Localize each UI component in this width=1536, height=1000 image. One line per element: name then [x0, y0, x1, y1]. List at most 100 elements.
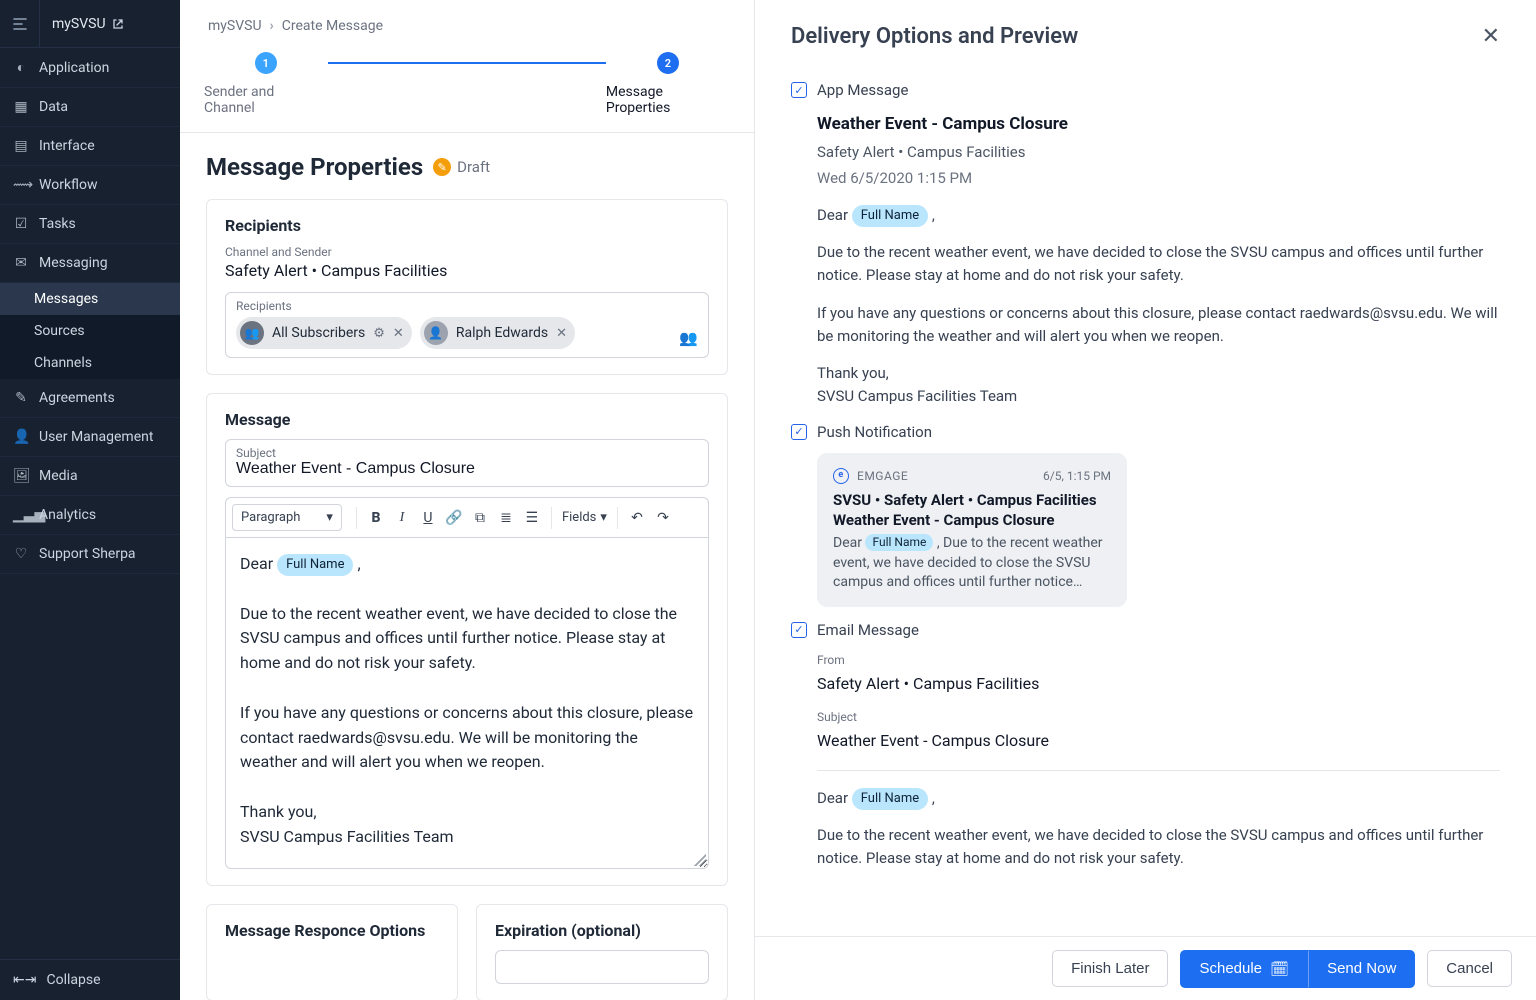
- sidebar-header: mySVSU: [0, 0, 180, 48]
- step-2-circle: 2: [657, 52, 679, 74]
- paragraph-select-label: Paragraph: [241, 510, 300, 525]
- image-icon: 🖼: [13, 468, 29, 484]
- sidebar-item-label: Application: [39, 60, 109, 76]
- preview-text: If you have any questions or concerns ab…: [817, 302, 1500, 349]
- bold-button[interactable]: B: [363, 505, 389, 531]
- sidebar-item-messaging[interactable]: ✉Messaging: [0, 244, 180, 283]
- chevron-down-icon: ▾: [326, 510, 333, 525]
- sidebar: mySVSU ◐Application ▦Data ▤Interface ⟿Wo…: [0, 0, 180, 1000]
- check-icon: ☑: [13, 216, 29, 232]
- step-1-label: Sender and Channel: [204, 84, 328, 116]
- finish-later-button[interactable]: Finish Later: [1052, 950, 1168, 987]
- editor-toolbar: Paragraph ▾ B I U 🔗 ⧉: [225, 497, 709, 537]
- message-editor[interactable]: Dear Full Name , Due to the recent weath…: [225, 537, 709, 869]
- expiration-select[interactable]: [495, 950, 709, 984]
- sidebar-item-workflow[interactable]: ⟿Workflow: [0, 166, 180, 205]
- sidebar-item-label: Analytics: [39, 507, 96, 523]
- cancel-button[interactable]: Cancel: [1427, 950, 1512, 987]
- editor-text: SVSU Campus Facilities Team: [240, 827, 454, 846]
- sidebar-item-media[interactable]: 🖼Media: [0, 457, 180, 496]
- push-card: e EMGAGE 6/5, 1:15 PM SVSU • Safety Aler…: [817, 453, 1127, 607]
- italic-button[interactable]: I: [389, 505, 415, 531]
- step-2[interactable]: 2 Message Properties: [606, 52, 730, 116]
- sidebar-sub-channels[interactable]: Channels: [0, 347, 180, 379]
- chevron-right-icon: ›: [270, 18, 274, 34]
- chip-ralph-edwards: 👤 Ralph Edwards ✕: [420, 317, 575, 349]
- subject-field[interactable]: Subject: [225, 439, 709, 487]
- collapse-button[interactable]: ⇤⇥ Collapse: [0, 960, 180, 1000]
- sidebar-footer: ⇤⇥ Collapse: [0, 959, 180, 1000]
- option-label: Email Message: [817, 621, 919, 639]
- checkbox-email[interactable]: ✓: [791, 622, 807, 638]
- preview-text: Due to the recent weather event, we have…: [817, 241, 1500, 288]
- sidebar-item-application[interactable]: ◐Application: [0, 48, 180, 88]
- channel-sender-value: Safety Alert • Campus Facilities: [225, 261, 709, 280]
- redo-button[interactable]: ↷: [650, 505, 676, 531]
- user-icon: 👤: [13, 429, 29, 445]
- sidebar-subnav-messaging: Messages Sources Channels: [0, 283, 180, 379]
- close-button[interactable]: ✕: [1482, 24, 1500, 49]
- preview-title: Weather Event - Campus Closure: [817, 111, 1500, 137]
- send-now-button[interactable]: Send Now: [1308, 950, 1415, 988]
- recipients-input[interactable]: Recipients 👥 All Subscribers ⚙ ✕ 👤 Ralph…: [225, 292, 709, 358]
- channel-sender-label: Channel and Sender: [225, 245, 709, 259]
- sidebar-item-data[interactable]: ▦Data: [0, 88, 180, 127]
- message-card: Message Subject Paragraph ▾ B I: [206, 393, 728, 886]
- fields-dropdown[interactable]: Fields ▾: [558, 510, 611, 525]
- calendar-icon: 🗓: [1270, 960, 1289, 978]
- schedule-button[interactable]: Schedule 🗓: [1180, 950, 1308, 988]
- paragraph-select[interactable]: Paragraph ▾: [232, 504, 342, 531]
- chip-label: All Subscribers: [272, 325, 365, 341]
- filter-sliders-icon[interactable]: ⚙: [373, 326, 385, 341]
- remove-chip-icon[interactable]: ✕: [556, 326, 567, 341]
- sidebar-item-analytics[interactable]: ▁▃▅Analytics: [0, 496, 180, 535]
- checkbox-push[interactable]: ✓: [791, 424, 807, 440]
- underline-button[interactable]: U: [415, 505, 441, 531]
- crumb-current: Create Message: [282, 18, 383, 34]
- resize-handle[interactable]: [694, 854, 706, 866]
- step-1[interactable]: 1 Sender and Channel: [204, 52, 328, 116]
- link-button[interactable]: 🔗: [441, 505, 467, 531]
- sidebar-item-tasks[interactable]: ☑Tasks: [0, 205, 180, 244]
- divider: [817, 770, 1500, 771]
- recipients-input-label: Recipients: [236, 299, 698, 313]
- workflow-icon: ⟿: [13, 177, 29, 193]
- sign-icon: ✎: [13, 390, 29, 406]
- email-subject-label: Subject: [817, 708, 1500, 727]
- undo-button[interactable]: ↶: [624, 505, 650, 531]
- option-push: ✓ Push Notification: [791, 423, 1500, 441]
- brand-icon[interactable]: [0, 0, 40, 48]
- subject-input[interactable]: [236, 460, 698, 478]
- sidebar-sub-sources[interactable]: Sources: [0, 315, 180, 347]
- sidebar-item-interface[interactable]: ▤Interface: [0, 127, 180, 166]
- unlink-button[interactable]: ⧉: [467, 505, 493, 531]
- merge-field-token[interactable]: Full Name: [277, 554, 353, 576]
- recipient-chips: 👥 All Subscribers ⚙ ✕ 👤 Ralph Edwards ✕: [236, 317, 698, 349]
- crumb-root[interactable]: mySVSU: [208, 18, 262, 34]
- footer-actions: Finish Later Schedule 🗓 Send Now Cancel: [755, 936, 1536, 1000]
- right-scroll: ✓ App Message Weather Event - Campus Clo…: [755, 59, 1536, 936]
- brand-name[interactable]: mySVSU: [40, 16, 136, 32]
- sidebar-item-label: Agreements: [39, 390, 115, 406]
- merge-field-token: Full Name: [852, 205, 928, 227]
- push-title-2: Weather Event - Campus Closure: [833, 511, 1111, 531]
- sidebar-sub-messages[interactable]: Messages: [0, 283, 180, 315]
- remove-chip-icon[interactable]: ✕: [393, 326, 404, 341]
- editor-text: Due to the recent weather event, we have…: [240, 602, 694, 676]
- number-list-button[interactable]: ☰: [519, 505, 545, 531]
- sidebar-item-user-management[interactable]: 👤User Management: [0, 418, 180, 457]
- table-icon: ▦: [13, 99, 29, 115]
- pencil-icon: ✎: [433, 158, 451, 176]
- sidebar-item-support[interactable]: ♡Support Sherpa: [0, 535, 180, 574]
- expiration-card: Expiration (optional): [476, 904, 728, 1000]
- primary-button-group: Schedule 🗓 Send Now: [1180, 950, 1415, 988]
- mail-icon: ✉: [13, 255, 29, 271]
- recipients-card: Recipients Channel and Sender Safety Ale…: [206, 199, 728, 375]
- step-2-label: Message Properties: [606, 84, 730, 116]
- add-recipient-icon[interactable]: 👥: [679, 329, 698, 347]
- checkbox-app-message[interactable]: ✓: [791, 82, 807, 98]
- bullet-list-button[interactable]: ≣: [493, 505, 519, 531]
- sidebar-item-label: Interface: [39, 138, 95, 154]
- sidebar-item-agreements[interactable]: ✎ Agreements: [0, 379, 180, 418]
- preview-text: Due to the recent weather event, we have…: [817, 824, 1500, 871]
